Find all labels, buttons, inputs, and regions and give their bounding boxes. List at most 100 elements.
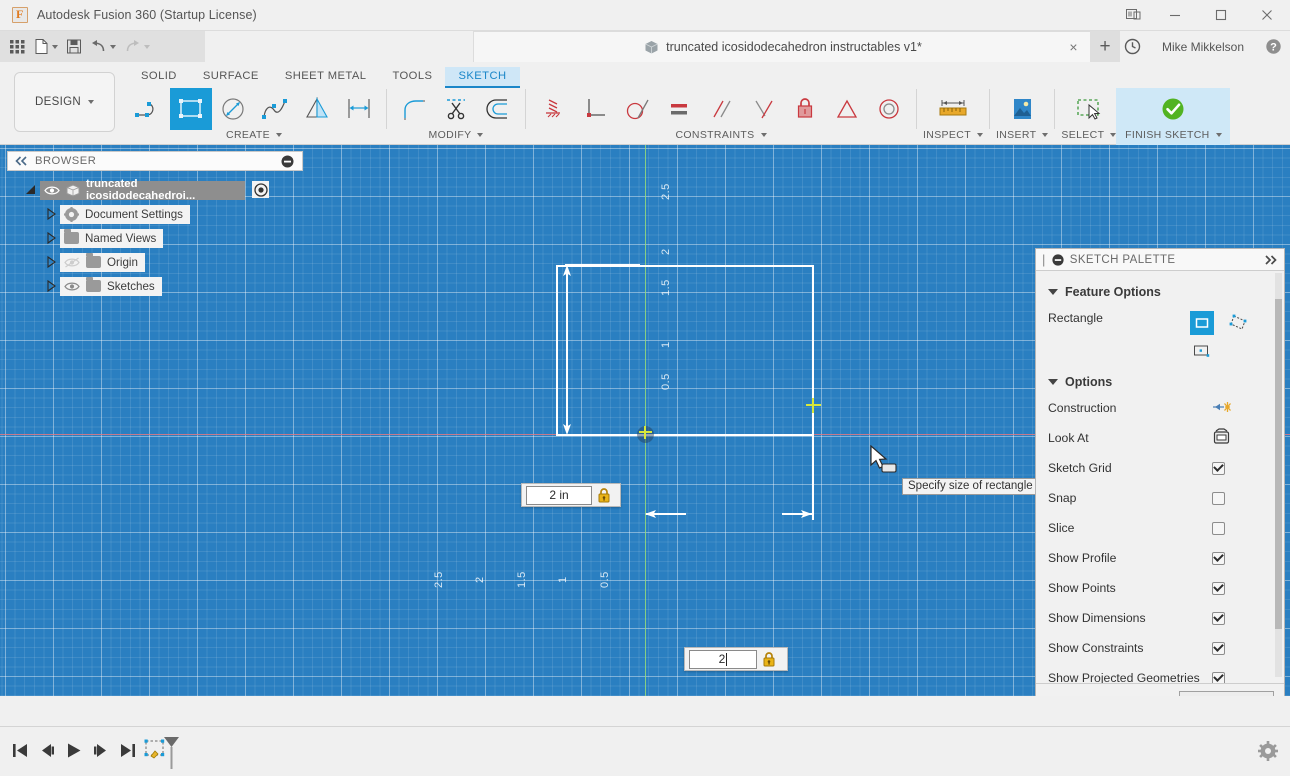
rectangle-center-option[interactable] bbox=[1190, 339, 1214, 363]
tree-item-chip[interactable]: Sketches bbox=[60, 277, 162, 296]
look-at-icon[interactable] bbox=[1212, 428, 1231, 448]
chevron-down-icon[interactable] bbox=[977, 133, 983, 137]
palette-grip[interactable]: | bbox=[1042, 254, 1046, 266]
play-button[interactable] bbox=[62, 736, 86, 764]
browser-header[interactable]: BROWSER bbox=[7, 151, 303, 171]
tangent-constraint-button[interactable] bbox=[616, 88, 658, 130]
tab-tools[interactable]: TOOLS bbox=[379, 67, 445, 88]
horizontal-dimension-input[interactable]: 2 bbox=[684, 647, 788, 671]
measure-button[interactable] bbox=[932, 88, 974, 130]
section-feature-options[interactable]: Feature Options bbox=[1048, 285, 1272, 299]
sketch-canvas[interactable]: 2.5 2 1.5 1 0.5 2.5 2 1.5 1 0.5 2 in 2 bbox=[0, 145, 1290, 696]
go-to-end-button[interactable] bbox=[116, 736, 140, 764]
tree-item-chip[interactable]: Named Views bbox=[60, 229, 163, 248]
rectangle-3point-option[interactable] bbox=[1226, 311, 1250, 335]
tree-item-sketches[interactable]: Sketches bbox=[30, 274, 305, 298]
tab-sketch[interactable]: SKETCH bbox=[445, 67, 519, 88]
undo-button[interactable] bbox=[87, 34, 119, 60]
row-show-constraints[interactable]: Show Constraints bbox=[1048, 633, 1272, 663]
vertical-dimension-input[interactable]: 2 in bbox=[521, 483, 621, 507]
app-grid-button[interactable] bbox=[6, 34, 29, 60]
row-snap[interactable]: Snap bbox=[1048, 483, 1272, 513]
step-forward-button[interactable] bbox=[89, 736, 113, 764]
row-slice[interactable]: Slice bbox=[1048, 513, 1272, 543]
rect-corner-point[interactable] bbox=[812, 398, 814, 413]
chevron-down-icon[interactable] bbox=[761, 133, 767, 137]
maximize-button[interactable] bbox=[1198, 0, 1244, 31]
expand-arrow-icon[interactable] bbox=[24, 183, 38, 197]
row-show-profile[interactable]: Show Profile bbox=[1048, 543, 1272, 573]
double-left-arrow-icon[interactable] bbox=[15, 156, 28, 166]
eye-icon[interactable] bbox=[64, 281, 80, 292]
tree-item-document-settings[interactable]: Document Settings bbox=[30, 202, 305, 226]
dimension-tool-button[interactable] bbox=[338, 88, 380, 130]
concentric-constraint-button[interactable] bbox=[868, 88, 910, 130]
vertical-dimension-value[interactable]: 2 in bbox=[526, 486, 592, 505]
chevron-down-icon[interactable] bbox=[1216, 133, 1222, 137]
fix-constraint-button[interactable] bbox=[784, 88, 826, 130]
gold-lock-icon[interactable] bbox=[597, 488, 611, 503]
show-dimensions-checkbox[interactable] bbox=[1212, 612, 1225, 625]
document-tab[interactable]: truncated icosidodecahedron instructable… bbox=[473, 31, 1093, 62]
symmetry-constraint-button[interactable] bbox=[826, 88, 868, 130]
tree-item-named-views[interactable]: Named Views bbox=[30, 226, 305, 250]
show-profile-checkbox[interactable] bbox=[1212, 552, 1225, 565]
line-tool-button[interactable] bbox=[128, 88, 170, 130]
slice-checkbox[interactable] bbox=[1212, 522, 1225, 535]
eye-off-icon[interactable] bbox=[64, 257, 80, 268]
equal-constraint-button[interactable] bbox=[658, 88, 700, 130]
tab-sheet-metal[interactable]: SHEET METAL bbox=[272, 67, 380, 88]
trim-tool-button[interactable] bbox=[435, 88, 477, 130]
tree-item-root[interactable]: truncated icosidodecahedroi... bbox=[30, 178, 305, 202]
show-projected-geometries-checkbox[interactable] bbox=[1212, 672, 1225, 684]
row-show-dimensions[interactable]: Show Dimensions bbox=[1048, 603, 1272, 633]
tab-solid[interactable]: SOLID bbox=[128, 67, 190, 88]
panel-layout-icon[interactable] bbox=[1114, 0, 1152, 31]
show-points-checkbox[interactable] bbox=[1212, 582, 1225, 595]
mirror-tool-button[interactable] bbox=[296, 88, 338, 130]
go-to-beginning-button[interactable] bbox=[8, 736, 32, 764]
chevron-down-icon[interactable] bbox=[1042, 133, 1048, 137]
spline-tool-button[interactable] bbox=[254, 88, 296, 130]
chevron-down-icon[interactable] bbox=[276, 133, 282, 137]
row-construction[interactable]: Construction bbox=[1048, 393, 1272, 423]
help-question-icon[interactable]: ? bbox=[1256, 31, 1290, 62]
tab-surface[interactable]: SURFACE bbox=[190, 67, 272, 88]
section-options[interactable]: Options bbox=[1048, 375, 1272, 389]
step-back-button[interactable] bbox=[35, 736, 59, 764]
minimize-button[interactable] bbox=[1152, 0, 1198, 31]
perpendicular-constraint-button[interactable] bbox=[742, 88, 784, 130]
tree-item-chip[interactable]: Document Settings bbox=[60, 205, 190, 224]
expand-arrow-icon[interactable] bbox=[44, 255, 58, 269]
row-show-points[interactable]: Show Points bbox=[1048, 573, 1272, 603]
circle-tool-button[interactable] bbox=[212, 88, 254, 130]
gold-lock-icon[interactable] bbox=[762, 652, 776, 667]
row-sketch-grid[interactable]: Sketch Grid bbox=[1048, 453, 1272, 483]
tree-item-origin[interactable]: Origin bbox=[30, 250, 305, 274]
parallel-constraint-button[interactable] bbox=[700, 88, 742, 130]
rectangle-tool-button[interactable] bbox=[170, 88, 212, 130]
sketch-grid-checkbox[interactable] bbox=[1212, 462, 1225, 475]
snap-checkbox[interactable] bbox=[1212, 492, 1225, 505]
palette-scrollbar-thumb[interactable] bbox=[1275, 299, 1282, 629]
horizontal-dimension-value[interactable]: 2 bbox=[689, 650, 757, 669]
tree-root-chip[interactable]: truncated icosidodecahedroi... bbox=[40, 181, 245, 200]
workspace-selector[interactable]: DESIGN bbox=[14, 72, 115, 132]
timeline-sketch-feature[interactable] bbox=[144, 735, 178, 769]
sketch-rect-left[interactable] bbox=[556, 265, 558, 435]
eye-icon[interactable] bbox=[44, 185, 60, 196]
expand-arrow-icon[interactable] bbox=[44, 279, 58, 293]
close-tab-icon[interactable]: × bbox=[1067, 41, 1080, 54]
minus-circle-icon[interactable] bbox=[281, 155, 294, 168]
offset-tool-button[interactable] bbox=[477, 88, 519, 130]
show-constraints-checkbox[interactable] bbox=[1212, 642, 1225, 655]
component-activate-radio[interactable] bbox=[252, 181, 269, 198]
row-show-projected-geometries[interactable]: Show Projected Geometries bbox=[1048, 663, 1272, 683]
sketch-palette-header[interactable]: | SKETCH PALETTE bbox=[1036, 249, 1284, 271]
tree-item-chip[interactable]: Origin bbox=[60, 253, 145, 272]
select-button[interactable] bbox=[1068, 88, 1110, 130]
history-clock-icon[interactable] bbox=[1116, 31, 1150, 62]
double-right-arrow-icon[interactable] bbox=[1264, 255, 1278, 265]
coincident-constraint-button[interactable] bbox=[532, 88, 574, 130]
rectangle-2point-option[interactable] bbox=[1190, 311, 1214, 335]
